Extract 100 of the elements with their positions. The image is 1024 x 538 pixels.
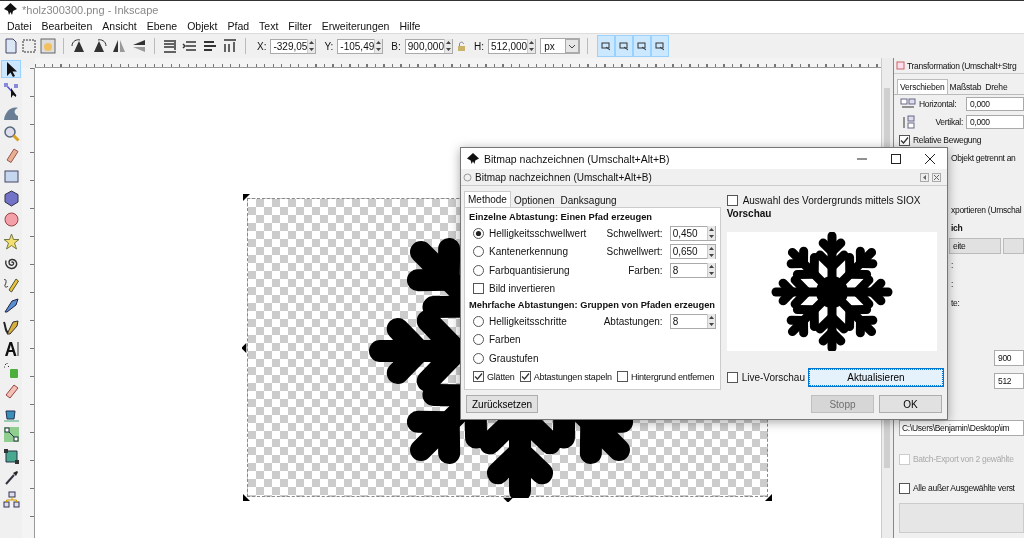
- checkbox-label: Alle außer Ausgewählte verst: [913, 483, 1015, 493]
- snap-toggle-button[interactable]: [596, 35, 615, 57]
- checkbox[interactable]: [616, 371, 628, 383]
- spin-arrows-icon[interactable]: [706, 244, 715, 259]
- resize-handle[interactable]: [242, 193, 252, 203]
- menu-item[interactable]: Filter: [283, 19, 317, 32]
- spin-arrows-icon[interactable]: [706, 263, 715, 278]
- checkbox-label: Bild invertieren: [489, 283, 557, 295]
- spin-field[interactable]: -329,05: [270, 38, 317, 54]
- checkbox[interactable]: [473, 371, 484, 383]
- app-logo-icon: [467, 152, 479, 165]
- select-all-icon[interactable]: [22, 38, 36, 54]
- menu-item[interactable]: Ansicht: [97, 19, 142, 32]
- radio-label: Helligkeitsschwellwert: [489, 227, 588, 239]
- menu-item[interactable]: Pfad: [222, 19, 255, 32]
- input-field[interactable]: 512: [994, 372, 1024, 389]
- menu-item[interactable]: Erweiterungen: [316, 19, 395, 32]
- spin-arrows-icon[interactable]: [374, 39, 383, 53]
- field-label: Schwellwert:: [606, 227, 663, 239]
- spin-arrows-icon[interactable]: [706, 314, 715, 329]
- area-button[interactable]: eite: [949, 238, 1001, 254]
- panel-tab[interactable]: Maßstab: [947, 80, 984, 94]
- unit-dropdown[interactable]: px: [540, 38, 580, 54]
- field-label: Horizontal:: [919, 99, 958, 109]
- input-field[interactable]: 0,000: [966, 97, 1024, 111]
- menu-item[interactable]: Hilfe: [394, 19, 426, 32]
- checkbox[interactable]: [519, 371, 531, 383]
- spin-arrows-icon[interactable]: [527, 39, 536, 53]
- dialog-tab[interactable]: Methode: [464, 191, 511, 207]
- flip-horizontal-icon[interactable]: [111, 38, 127, 54]
- section-heading: Einzelne Abtastung: Einen Pfad erzeugen: [469, 211, 654, 224]
- document-icon[interactable]: [4, 38, 18, 54]
- resize-handle[interactable]: [242, 492, 252, 502]
- radio-label: Kantenerkennung: [489, 246, 569, 258]
- checkbox-label: Relative Bewegung: [913, 135, 982, 145]
- panel-title: xportieren (Umschal: [951, 205, 1022, 215]
- input-field[interactable]: 900: [994, 349, 1024, 366]
- spin-field[interactable]: 8: [669, 262, 716, 278]
- maximize-icon[interactable]: [891, 153, 901, 164]
- panel-tab[interactable]: Drehe: [983, 80, 1010, 94]
- spin-field[interactable]: 900,000: [404, 38, 453, 54]
- close-icon[interactable]: [925, 153, 935, 164]
- reset-button[interactable]: Zurücksetzen: [466, 395, 539, 413]
- spin-field[interactable]: 512,000: [487, 38, 537, 54]
- rotate-left-icon[interactable]: [71, 38, 87, 54]
- lower-icon[interactable]: [182, 38, 198, 54]
- menu-item[interactable]: Objekt: [182, 19, 223, 32]
- radio-button[interactable]: [473, 352, 484, 364]
- calligraphy-pen-icon[interactable]: [1, 318, 21, 336]
- gradient-icon[interactable]: [1, 425, 21, 444]
- filename-field[interactable]: C:\Users\Benjamin\Desktop\im: [899, 420, 1024, 436]
- pen-icon[interactable]: [1, 296, 21, 315]
- spin-field[interactable]: -105,49: [337, 38, 384, 54]
- raise-to-top-icon[interactable]: [222, 38, 238, 54]
- field-label: H:: [473, 40, 484, 52]
- spin-field[interactable]: 0,650: [669, 244, 716, 260]
- panel-tab[interactable]: Verschieben: [897, 79, 948, 94]
- field-label: X:: [257, 40, 267, 52]
- update-button[interactable]: Aktualisieren: [809, 369, 943, 386]
- radio-button[interactable]: [473, 227, 484, 239]
- star-icon[interactable]: [1, 232, 21, 250]
- zoom-icon[interactable]: [1, 124, 21, 143]
- checkbox-label: Glätten: [487, 371, 515, 382]
- mesh-icon[interactable]: [1, 447, 21, 465]
- connector-icon[interactable]: [1, 490, 21, 508]
- radio-button[interactable]: [473, 246, 484, 258]
- dialog-title: Bitmap nachzeichnen (Umschalt+Alt+B): [484, 152, 670, 165]
- checkbox[interactable]: [726, 194, 738, 206]
- ok-button[interactable]: OK: [879, 395, 942, 413]
- spin-arrows-icon[interactable]: [307, 39, 316, 53]
- radio-label: Helligkeitsschritte: [489, 315, 568, 327]
- field-label: Abtastungen:: [603, 315, 663, 327]
- input-field[interactable]: 0,000: [966, 115, 1024, 129]
- radio-button[interactable]: [473, 334, 484, 346]
- dialog-tab[interactable]: Danksagung: [557, 194, 620, 207]
- checkbox[interactable]: [899, 482, 910, 494]
- lower-to-bottom-icon[interactable]: [162, 38, 178, 54]
- dialog-tab[interactable]: Optionen: [510, 194, 558, 207]
- checkbox[interactable]: [899, 134, 910, 146]
- menu-item[interactable]: Datei: [2, 19, 37, 32]
- node-edit-icon[interactable]: [1, 81, 21, 100]
- spin-arrows-icon[interactable]: [706, 226, 715, 241]
- cube-icon[interactable]: [1, 189, 21, 207]
- checkbox[interactable]: [726, 372, 738, 383]
- radio-button[interactable]: [473, 315, 484, 327]
- raise-icon[interactable]: [202, 38, 218, 54]
- spin-field[interactable]: 0,450: [669, 225, 716, 241]
- spin-field[interactable]: 8: [669, 313, 716, 329]
- menu-item[interactable]: Ebene: [141, 19, 183, 32]
- resize-handle[interactable]: [763, 492, 773, 502]
- menu-item[interactable]: Text: [254, 19, 284, 32]
- checkbox[interactable]: [473, 283, 484, 295]
- field-label: Y:: [324, 40, 334, 52]
- circle-icon[interactable]: [1, 210, 21, 229]
- flip-vertical-icon[interactable]: [131, 38, 147, 54]
- spin-arrows-icon[interactable]: [443, 39, 452, 53]
- iconify-icon[interactable]: [920, 172, 929, 182]
- menu-item[interactable]: Bearbeiten: [36, 19, 98, 32]
- radio-button[interactable]: [473, 264, 484, 276]
- rotate-right-icon[interactable]: [91, 38, 107, 54]
